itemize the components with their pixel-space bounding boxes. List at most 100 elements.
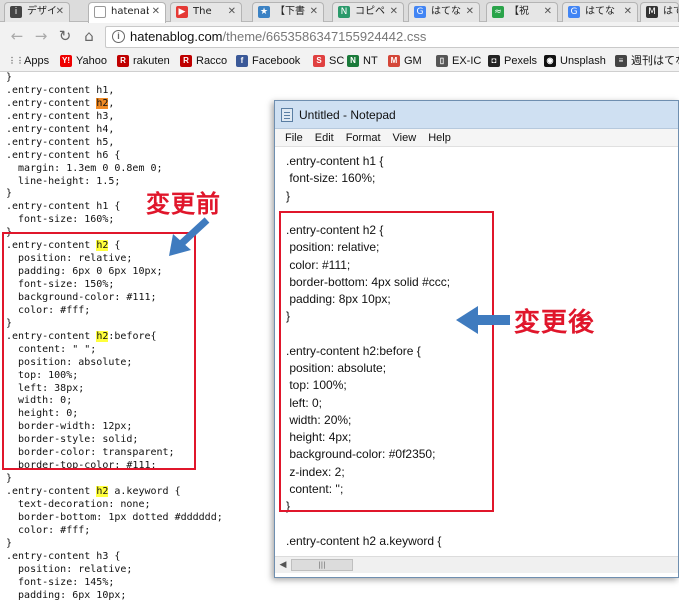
- bookmark-favicon-icon: f: [236, 55, 248, 67]
- menu-help[interactable]: Help: [422, 129, 457, 147]
- browser-toolbar: ← → ↻ ⌂ i hatenablog.com/theme/6653586347…: [0, 22, 679, 51]
- browser-tab[interactable]: G はてな ✕: [408, 2, 480, 22]
- tab-close-icon[interactable]: ✕: [466, 3, 474, 21]
- bookmark-item[interactable]: ≡ 週刊はてな: [615, 54, 679, 69]
- bookmark-item[interactable]: S SC: [313, 54, 344, 69]
- tab-close-icon[interactable]: ✕: [228, 3, 236, 21]
- notepad-line: }: [286, 188, 291, 203]
- bookmark-item[interactable]: ▯ EX-IC: [436, 54, 481, 69]
- bookmark-item[interactable]: R Racco: [180, 54, 227, 69]
- browser-tab[interactable]: N コピペ ✕: [332, 2, 404, 22]
- notepad-line: font-size: 160%;: [286, 171, 376, 186]
- code-line: }: [6, 473, 13, 485]
- browser-tab[interactable]: M はて: [640, 2, 679, 22]
- code-line: .entry-content h4,: [6, 123, 115, 135]
- bookmark-label: Apps: [24, 55, 50, 67]
- reload-icon[interactable]: ↻: [56, 27, 74, 45]
- bookmark-favicon-icon: S: [313, 55, 325, 67]
- browser-tab[interactable]: ≈ 【祝 ✕: [486, 2, 558, 22]
- code-line: margin: 1.3em 0 0.8em 0;: [6, 162, 163, 174]
- bookmark-label: Facebook: [252, 55, 301, 67]
- menu-format[interactable]: Format: [340, 129, 387, 147]
- bookmark-label: NT: [363, 55, 378, 67]
- youtube-favicon-icon: ▶: [176, 6, 188, 18]
- bookmark-favicon-icon: ◉: [544, 55, 556, 67]
- bookmarks-bar: ⋮⋮ Apps Y! Yahoo Rrakuten R Racco f Facebook S SC N…: [0, 51, 679, 72]
- bookmark-favicon-icon: R: [117, 55, 129, 67]
- bookmark-label: Racco: [196, 55, 228, 67]
- notepad-line: .entry-content h1 {: [286, 154, 384, 168]
- site-info-icon[interactable]: i: [112, 30, 125, 43]
- code-line: .entry-content h5,: [6, 136, 115, 148]
- horizontal-scrollbar[interactable]: ◀ |||: [275, 556, 678, 573]
- bookmark-label: Pexels: [504, 55, 538, 67]
- bookmark-item[interactable]: Rrakuten: [117, 54, 170, 69]
- tab-close-icon[interactable]: ✕: [624, 3, 632, 21]
- notepad-line: [286, 515, 450, 532]
- code-line: }: [6, 72, 13, 83]
- menu-view[interactable]: View: [387, 129, 423, 147]
- menu-file[interactable]: File: [275, 129, 309, 147]
- code-line: font-size: 145%;: [6, 576, 115, 588]
- bookmark-label: 週刊はてな: [631, 55, 679, 67]
- code-line: .entry-content h2 a.keyword {: [6, 486, 181, 497]
- bookmark-favicon-icon: Y!: [60, 55, 72, 67]
- search-highlight: h2: [96, 486, 109, 497]
- bookmark-label: Yahoo: [76, 55, 107, 67]
- code-line: }: [6, 537, 13, 549]
- tab-title: コピペ: [355, 6, 385, 17]
- bookmark-favicon-icon: ▯: [436, 55, 448, 67]
- address-bar[interactable]: i hatenablog.com/theme/665358634715592444…: [105, 26, 679, 48]
- tab-strip: i デザイ ✕ hatenablog ✕ ▶ The ✕ ★ 【下書 ✕ N コ…: [0, 0, 679, 23]
- browser-tab-active[interactable]: hatenablog ✕: [88, 2, 166, 23]
- forward-arrow-icon[interactable]: →: [32, 27, 50, 45]
- bookmark-favicon-icon: M: [388, 55, 400, 67]
- home-icon[interactable]: ⌂: [80, 27, 98, 45]
- bookmark-item[interactable]: M GM: [388, 54, 422, 69]
- bookmark-item[interactable]: Y! Yahoo: [60, 54, 107, 69]
- browser-tab[interactable]: ★ 【下書 ✕: [252, 2, 324, 22]
- info-favicon-icon: i: [10, 6, 22, 18]
- tab-close-icon[interactable]: ✕: [390, 3, 398, 21]
- page-favicon-icon: [94, 6, 106, 18]
- tab-close-icon[interactable]: ✕: [152, 3, 160, 21]
- bookmark-label: EX-IC: [452, 55, 482, 67]
- annotation-after: 変更後: [514, 308, 596, 338]
- code-line: padding: 6px 10px;: [6, 589, 127, 600]
- scroll-left-icon[interactable]: ◀: [276, 558, 290, 572]
- code-line: .entry-content h1,: [6, 84, 115, 96]
- code-line: .entry-content h2,: [6, 97, 115, 109]
- bookmark-item[interactable]: ◘ Pexels: [488, 54, 537, 69]
- tab-close-icon[interactable]: ✕: [544, 3, 552, 21]
- bookmark-item[interactable]: ⋮⋮ Apps: [8, 54, 49, 69]
- tab-title: 【下書: [275, 6, 305, 17]
- bookmark-favicon-icon: ◘: [488, 55, 500, 67]
- bookmark-item[interactable]: N NT: [347, 54, 378, 69]
- tab-close-icon[interactable]: ✕: [310, 3, 318, 21]
- browser-tab[interactable]: G はてな ✕: [562, 2, 638, 22]
- menu-edit[interactable]: Edit: [309, 129, 340, 147]
- url-domain: hatenablog.com: [130, 29, 223, 44]
- bookmark-item[interactable]: ◉ Unsplash: [544, 54, 606, 69]
- after-highlight-box: [279, 211, 494, 512]
- n-favicon-icon: N: [338, 6, 350, 18]
- bookmark-favicon-icon: ≡: [615, 55, 627, 67]
- green-favicon-icon: ≈: [492, 6, 504, 18]
- back-arrow-icon[interactable]: ←: [8, 27, 26, 45]
- notepad-title: Untitled - Notepad: [299, 108, 396, 122]
- scrollbar-thumb[interactable]: |||: [291, 559, 353, 571]
- browser-tab[interactable]: i デザイ ✕: [4, 2, 70, 22]
- tab-close-icon[interactable]: ✕: [56, 3, 64, 21]
- search-highlight: h2: [96, 97, 109, 109]
- browser-tab[interactable]: ▶ The ✕: [170, 2, 242, 22]
- before-highlight-box: [2, 232, 196, 470]
- bookmark-label: GM: [404, 55, 422, 67]
- tab-title: デザイ: [27, 6, 57, 17]
- bookmark-item[interactable]: f Facebook: [236, 54, 300, 69]
- notepad-window: Untitled - Notepad File Edit Format View Hel…: [274, 100, 679, 578]
- code-line: text-decoration: none;: [6, 498, 151, 510]
- code-line: .entry-content h3 {: [6, 550, 121, 562]
- tab-title: はてな: [585, 6, 615, 17]
- tab-title: はて: [663, 6, 678, 17]
- notepad-title-bar[interactable]: Untitled - Notepad: [275, 101, 678, 129]
